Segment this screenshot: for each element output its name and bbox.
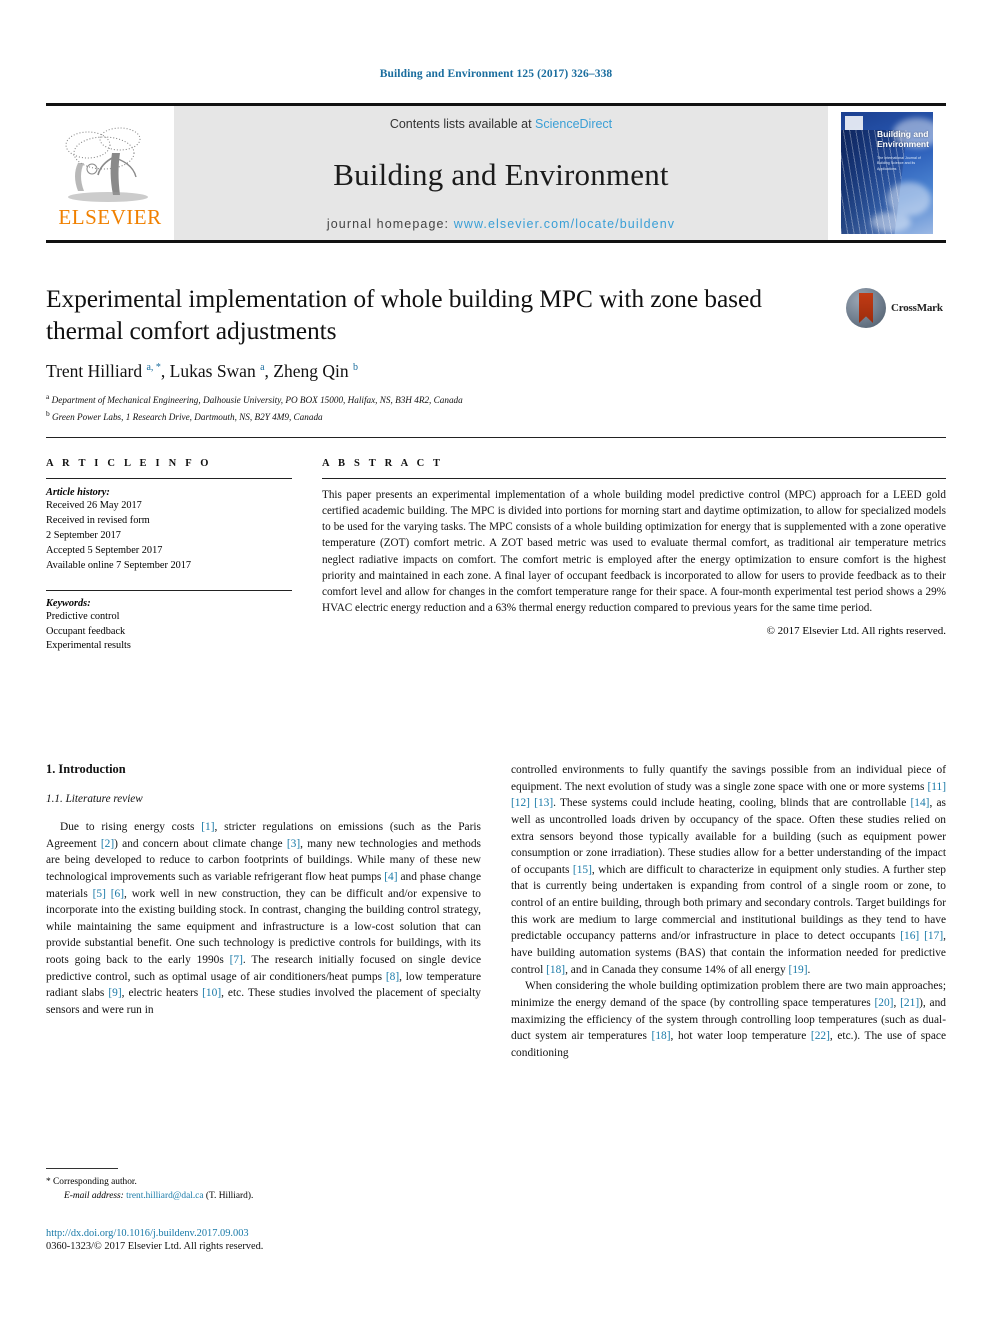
cover-elsevier-logo xyxy=(845,116,863,130)
affiliation-a: a Department of Mechanical Engineering, … xyxy=(46,391,463,405)
elsevier-logo: ELSEVIER xyxy=(46,106,174,240)
title-divider xyxy=(46,437,946,438)
paragraph: Due to rising energy costs [1], stricter… xyxy=(46,821,481,1017)
keyword-item: Occupant feedback xyxy=(46,625,126,637)
asterisk-marker: * xyxy=(46,1177,51,1187)
abstract-body: This paper presents an experimental impl… xyxy=(322,487,946,637)
cover-title-text: Building and Environment xyxy=(877,129,929,149)
keyword-item: Predictive control xyxy=(46,610,120,622)
corresponding-author-text: Corresponding author. xyxy=(53,1177,137,1187)
email-label: E-mail address: xyxy=(64,1191,124,1202)
affiliation-a-text: Department of Mechanical Engineering, Da… xyxy=(51,394,463,405)
elsevier-tree-icon xyxy=(65,127,148,202)
footnote-divider xyxy=(46,1168,118,1169)
history-item: 2 September 2017 xyxy=(46,529,121,541)
keywords-block: Keywords: Predictive control Occupant fe… xyxy=(46,589,292,655)
abstract-copyright: © 2017 Elsevier Ltd. All rights reserved… xyxy=(766,625,946,637)
journal-title: Building and Environment xyxy=(333,157,669,192)
affiliation-b-text: Green Power Labs, 1 Research Drive, Dart… xyxy=(52,411,323,422)
cover-cloud-icon xyxy=(887,182,931,216)
homepage-prefix: journal homepage: xyxy=(326,217,454,231)
subsection-heading-literature-review: 1.1. Literature review xyxy=(46,793,143,805)
email-suffix: (T. Hilliard). xyxy=(205,1191,254,1202)
contents-available-line: Contents lists available at ScienceDirec… xyxy=(390,117,612,131)
affiliations: a Department of Mechanical Engineering, … xyxy=(46,391,946,425)
paper-page: Building and Environment 125 (2017) 326–… xyxy=(0,0,992,1323)
journal-masthead: ELSEVIER Contents lists available at Sci… xyxy=(46,103,946,243)
section-heading-introduction: 1. Introduction xyxy=(46,762,126,776)
elsevier-wordmark: ELSEVIER xyxy=(58,204,162,229)
contents-prefix: Contents lists available at xyxy=(389,117,536,131)
body-columns: 1. Introduction 1.1. Literature review D… xyxy=(46,762,946,1062)
article-info-heading: A R T I C L E I N F O xyxy=(46,458,212,469)
title-area: Experimental implementation of whole bui… xyxy=(46,283,946,424)
keywords-rule xyxy=(46,589,292,591)
masthead-center: Contents lists available at ScienceDirec… xyxy=(174,106,828,240)
abstract-heading: A B S T R A C T xyxy=(322,458,444,469)
body-right-column: controlled environments to fully quantif… xyxy=(511,762,946,1062)
crossmark-label: CrossMark xyxy=(891,302,943,314)
corresponding-author-line: * Corresponding author. xyxy=(46,1175,376,1189)
email-line: E-mail address: trent.hilliard@dal.ca (T… xyxy=(46,1189,376,1203)
homepage-url-link[interactable]: www.elsevier.com/locate/buildenv xyxy=(454,217,675,231)
body-left-column: 1. Introduction 1.1. Literature review D… xyxy=(46,762,481,1062)
corresponding-author-footnote: * Corresponding author. E-mail address: … xyxy=(46,1168,376,1203)
running-head: Building and Environment 125 (2017) 326–… xyxy=(379,68,613,80)
cover-subtitle-text: The International Journal of Building Sc… xyxy=(877,156,921,171)
history-item: Received in revised form xyxy=(46,514,150,526)
journal-cover-thumbnail: Building and Environment The Internation… xyxy=(841,112,933,234)
article-info-rule xyxy=(46,478,292,479)
cover-cloud-icon xyxy=(871,212,911,232)
journal-cover-block: Building and Environment The Internation… xyxy=(828,106,946,240)
journal-homepage-line: journal homepage: www.elsevier.com/locat… xyxy=(327,217,675,231)
paragraph: controlled environments to fully quantif… xyxy=(511,764,946,976)
history-item: Available online 7 September 2017 xyxy=(46,559,192,571)
history-item: Accepted 5 September 2017 xyxy=(46,544,163,556)
article-title: Experimental implementation of whole bui… xyxy=(46,284,762,345)
issn-copyright-line: 0360-1323/© 2017 Elsevier Ltd. All right… xyxy=(46,1241,264,1252)
abstract-rule xyxy=(322,478,946,479)
keywords-title: Keywords: xyxy=(46,597,91,609)
author-list: Trent Hilliard a, *, Lukas Swan a, Zheng… xyxy=(46,360,358,381)
crossmark-badge-group[interactable]: CrossMark xyxy=(846,285,946,331)
sciencedirect-link[interactable]: ScienceDirect xyxy=(535,117,612,131)
abstract-column: A B S T R A C T This paper presents an e… xyxy=(322,458,946,654)
history-item: Received 26 May 2017 xyxy=(46,500,142,511)
article-history-title: Article history: xyxy=(46,487,110,498)
keyword-item: Experimental results xyxy=(46,640,131,652)
email-link[interactable]: trent.hilliard@dal.ca xyxy=(126,1191,203,1201)
abstract-text: This paper presents an experimental impl… xyxy=(322,489,946,614)
article-info-column: A R T I C L E I N F O Article history: R… xyxy=(46,458,292,654)
doi-link[interactable]: http://dx.doi.org/10.1016/j.buildenv.201… xyxy=(46,1228,476,1239)
affiliation-b: b Green Power Labs, 1 Research Drive, Da… xyxy=(46,408,323,422)
paragraph: When considering the whole building opti… xyxy=(511,980,947,1059)
doi-block: http://dx.doi.org/10.1016/j.buildenv.201… xyxy=(46,1228,476,1252)
info-abstract-section: A R T I C L E I N F O Article history: R… xyxy=(46,458,946,654)
crossmark-icon xyxy=(846,288,886,328)
